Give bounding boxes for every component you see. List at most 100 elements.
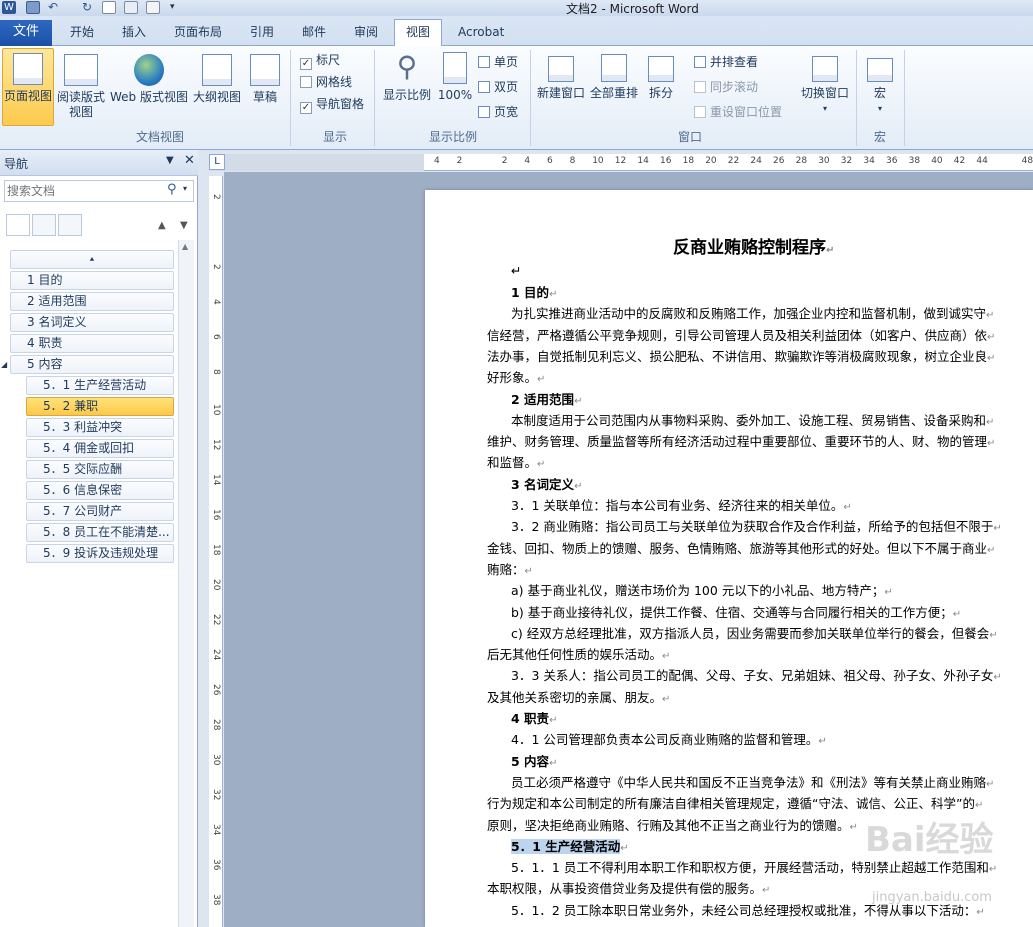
document-text-line[interactable]: 本职权限，从事投资借贷业务及提供有偿的服务。↵: [487, 878, 770, 901]
zoom-button[interactable]: ⚲ 显示比例: [380, 48, 434, 103]
horizontal-ruler[interactable]: 4 2 2 4 6 8 10 12 14 16 18 20 22 24 26 28 30 32 34 36 38 40 42…: [424, 154, 1033, 171]
search-options-arrow-icon[interactable]: ▾: [183, 184, 187, 193]
document-heading[interactable]: 2 适用范围↵: [511, 389, 582, 412]
tab-file[interactable]: 文件: [0, 20, 52, 46]
document-text-line[interactable]: 贿赂：↵: [487, 559, 533, 582]
save-icon[interactable]: [26, 1, 40, 14]
nav-heading-item[interactable]: 5．9 投诉及违规处理: [26, 544, 174, 563]
document-heading[interactable]: 3 名词定义↵: [511, 474, 582, 497]
nav-pane-checkbox[interactable]: ✓ 导航窗格: [300, 96, 364, 114]
nav-heading-item[interactable]: 1 目的: [10, 271, 174, 290]
document-text-line[interactable]: 金钱、回扣、物质上的馈赠、服务、色情贿赂、旅游等其他形式的好处。但以下不属于商业…: [487, 538, 995, 561]
document-heading[interactable]: 4 职责↵: [511, 708, 557, 731]
tab-home[interactable]: 开始: [64, 22, 100, 46]
nav-heading-item[interactable]: 2 适用范围: [10, 292, 174, 311]
document-text-line[interactable]: 及其他关系密切的亲属、朋友。↵: [487, 687, 670, 710]
outline-view-button[interactable]: 大纲视图: [192, 48, 242, 105]
nav-search-box[interactable]: ⚲ ▾: [4, 180, 194, 202]
tab-page-layout[interactable]: 页面布局: [168, 22, 228, 46]
print-layout-icon: [13, 53, 43, 85]
gridlines-checkbox[interactable]: 网格线: [300, 74, 352, 90]
arrange-all-button[interactable]: 全部重排: [588, 48, 640, 101]
draft-view-button[interactable]: 草稿: [248, 48, 282, 105]
nav-heading-item[interactable]: 5．1 生产经营活动: [26, 376, 174, 395]
document-text-line[interactable]: 员工必须严格遵守《中华人民共和国反不正当竞争法》和《刑法》等有关禁止商业贿赂↵: [511, 772, 994, 795]
search-input[interactable]: [7, 183, 157, 199]
ruler-checkbox[interactable]: ✓ 标尺: [300, 52, 340, 70]
move-up-icon[interactable]: ▲: [158, 220, 166, 231]
results-tab-icon[interactable]: [58, 214, 82, 236]
side-by-side-button[interactable]: 并排查看: [694, 54, 758, 70]
nav-heading-item[interactable]: 3 名词定义: [10, 313, 174, 332]
redo-icon[interactable]: ↻: [82, 1, 96, 14]
document-text-line[interactable]: b) 基于商业接待礼仪，提供工作餐、住宿、交通等与合同履行相关的工作方便；↵: [511, 602, 961, 625]
two-pages-button[interactable]: 双页: [478, 79, 518, 95]
document-text-line[interactable]: 信经营，严格遵循公平竞争规则，引导公司管理人员及相关利益团体（如客户、供应商）依…: [487, 325, 995, 348]
document-text-line[interactable]: 3．3 关系人：指公司员工的配偶、父母、子女、兄弟姐妹、祖父母、孙子女、外孙子女…: [511, 665, 1002, 688]
nav-heading-item[interactable]: 5．5 交际应酬: [26, 460, 174, 479]
document-text-line[interactable]: 法办事，自觉抵制见利忘义、损公肥私、不讲信用、欺骗欺诈等消极腐败现象，树立企业良…: [487, 346, 995, 369]
nav-heading-item[interactable]: 5．8 员工在不能清楚...: [26, 523, 174, 542]
close-icon[interactable]: ✕: [184, 153, 195, 168]
nav-heading-item[interactable]: ◢ 5 内容: [1, 355, 174, 374]
headings-tab-icon[interactable]: [6, 214, 30, 236]
document-heading[interactable]: 1 目的↵: [511, 282, 557, 305]
document-text-line[interactable]: c) 经双方总经理批准，双方指派人员，因业务需要而参加关联单位举行的餐会，但餐会…: [511, 623, 998, 646]
print-layout-button[interactable]: 页面视图: [2, 48, 54, 126]
nav-heading-item[interactable]: 5．7 公司财产: [26, 502, 174, 521]
document-text-line[interactable]: a) 基于商业礼仪，赠送市场价为 100 元以下的小礼品、地方特产；↵: [511, 580, 893, 603]
page-width-icon: [478, 106, 490, 118]
tab-stop-selector-icon[interactable]: L: [209, 154, 225, 170]
print-preview-icon[interactable]: [124, 1, 138, 14]
search-icon[interactable]: ⚲: [167, 182, 177, 197]
nav-heading-item[interactable]: 5．6 信息保密: [26, 481, 174, 500]
sync-scroll-button[interactable]: 同步滚动: [694, 79, 758, 95]
reading-layout-button[interactable]: 阅读版式 视图: [56, 48, 106, 120]
nav-scrollbar[interactable]: ▲: [178, 240, 194, 927]
tab-references[interactable]: 引用: [244, 22, 280, 46]
vertical-ruler[interactable]: 2246810121416182022242628303234363840: [209, 176, 223, 927]
web-layout-button[interactable]: Web 版式视图: [108, 48, 190, 105]
tab-insert[interactable]: 插入: [116, 22, 152, 46]
nav-heading-item[interactable]: 4 职责: [10, 334, 174, 353]
tab-mailings[interactable]: 邮件: [296, 22, 332, 46]
one-page-button[interactable]: 单页: [478, 54, 518, 70]
document-text-line[interactable]: 原则，坚决拒绝商业贿赂、行贿及其他不正当之商业行为的馈赠。↵: [487, 815, 858, 838]
document-text-line[interactable]: 好形象。↵: [487, 367, 545, 390]
macros-button[interactable]: 宏 ▾: [862, 48, 898, 116]
print-icon[interactable]: [146, 1, 160, 14]
document-text-line[interactable]: 和监督。↵: [487, 452, 545, 475]
document-text-line[interactable]: 维护、财务管理、质量监督等所有经济活动过程中重要部位、重要环节的人、财、物的管理…: [487, 431, 995, 454]
scroll-to-top-icon[interactable]: ⯅: [10, 250, 174, 269]
document-text-line[interactable]: 4．1 公司管理部负责本公司反商业贿赂的监督和管理。↵: [511, 729, 827, 752]
new-doc-icon[interactable]: [102, 1, 116, 14]
document-text-line[interactable]: 后无其他任何性质的娱乐活动。↵: [487, 644, 670, 667]
split-button[interactable]: 拆分: [644, 48, 678, 101]
customize-qat-icon[interactable]: ▾: [170, 1, 184, 14]
new-window-button[interactable]: 新建窗口: [536, 48, 586, 101]
reset-window-pos-button[interactable]: 重设窗口位置: [694, 104, 782, 120]
pages-tab-icon[interactable]: [32, 214, 56, 236]
word-app-icon[interactable]: W: [2, 1, 16, 14]
nav-heading-item[interactable]: 5．2 兼职: [26, 397, 174, 416]
document-heading[interactable]: 5 内容↵: [511, 751, 557, 774]
undo-icon[interactable]: ↶: [48, 1, 62, 14]
document-heading[interactable]: 5．1 生产经营活动↵: [511, 836, 629, 859]
page-width-button[interactable]: 页宽: [478, 104, 518, 120]
switch-window-button[interactable]: 切换窗口 ▾: [798, 48, 852, 116]
document-title[interactable]: 反商业贿赂控制程序↵: [673, 238, 834, 261]
document-text-line[interactable]: 3．1 关联单位：指与本公司有业务、经济往来的相关单位。↵: [511, 495, 852, 518]
document-text-line[interactable]: 为扎实推进商业活动中的反腐败和反贿赂工作，加强企业内控和监督机制，做到诚实守↵: [511, 303, 994, 326]
nav-options-icon[interactable]: ▼: [166, 155, 174, 166]
zoom-100-button[interactable]: 100%: [436, 48, 474, 103]
document-text-line[interactable]: 3．2 商业贿赂：指公司员工与关联单位为获取合作及合作利益，所给予的包括但不限于…: [511, 516, 1002, 539]
expanded-triangle-icon[interactable]: ◢: [1, 356, 7, 373]
nav-heading-item[interactable]: 5．4 佣金或回扣: [26, 439, 174, 458]
tab-acrobat[interactable]: Acrobat: [452, 22, 510, 46]
tab-view[interactable]: 视图: [394, 19, 442, 47]
scroll-up-icon[interactable]: ▲: [182, 242, 188, 251]
tab-review[interactable]: 审阅: [348, 22, 384, 46]
document-text-line[interactable]: 本制度适用于公司范围内从事物料采购、委外加工、设施工程、贸易销售、设备采购和↵: [511, 410, 994, 433]
nav-heading-item[interactable]: 5．3 利益冲突: [26, 418, 174, 437]
move-down-icon[interactable]: ▼: [180, 220, 188, 231]
